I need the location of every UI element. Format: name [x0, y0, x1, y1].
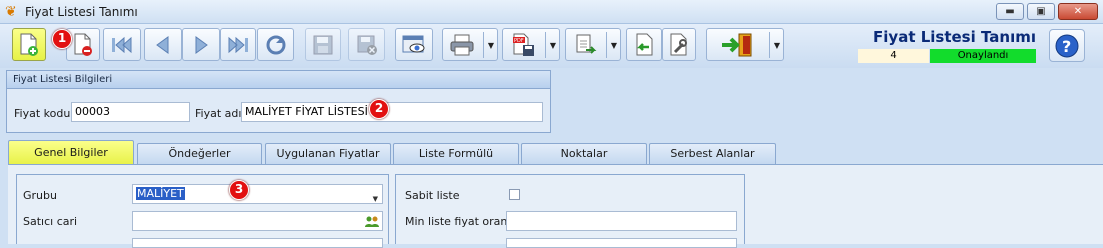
price-name-field[interactable]: MALİYET FİYAT LİSTESİ: [241, 102, 543, 122]
pdf-save-icon: PDF: [513, 33, 534, 56]
preview-icon: [402, 35, 425, 52]
transfer-separator: [606, 32, 607, 58]
butterfly-app-icon: ❦: [5, 4, 17, 20]
pdf-separator: [545, 32, 546, 58]
transfer-dropdown-icon[interactable]: ▼: [611, 41, 617, 50]
import-button[interactable]: [626, 28, 662, 61]
delete-document-icon: [74, 33, 92, 56]
save-button[interactable]: [305, 28, 341, 61]
min-ratio-label: Min liste fiyat oranı: [405, 215, 511, 228]
help-icon: ?: [1055, 34, 1079, 57]
annotation-badge-2: 2: [369, 99, 389, 119]
pdf-dropdown-icon[interactable]: ▼: [550, 41, 556, 50]
tab-general[interactable]: Genel Bilgiler: [8, 140, 134, 164]
window-title: Fiyat Listesi Tanımı: [25, 5, 138, 19]
close-button[interactable]: ✕: [1058, 3, 1098, 20]
print-dropdown-icon[interactable]: ▼: [488, 41, 494, 50]
import-icon: [636, 33, 653, 55]
svg-text:?: ?: [1062, 37, 1071, 56]
tab-applied-prices[interactable]: Uygulanan Fiyatlar: [265, 143, 391, 164]
cancel-save-icon: [357, 35, 377, 55]
new-button[interactable]: [12, 28, 46, 61]
next-right-field[interactable]: [506, 238, 737, 248]
last-record-icon: [228, 36, 248, 53]
status-badge: Onaylandı: [930, 49, 1036, 63]
group-label: Grubu: [23, 189, 57, 202]
fixed-list-checkbox[interactable]: [509, 189, 520, 200]
vendor-field[interactable]: [132, 211, 383, 231]
previous-record-icon: [156, 35, 169, 54]
next-record-icon: [195, 35, 208, 54]
save-icon: [313, 35, 333, 54]
min-ratio-field[interactable]: [506, 211, 737, 231]
next-record-button[interactable]: [182, 28, 220, 61]
record-number: 4: [858, 49, 929, 63]
exit-door-icon: [722, 33, 752, 56]
general-right-group: Sabit liste Min liste fiyat oranı: [395, 174, 745, 248]
group-combobox[interactable]: MALİYET ▼: [132, 184, 383, 204]
form-title: Fiyat Listesi Tanımı: [873, 28, 1036, 46]
panel-title: Fiyat Listesi Bilgileri: [7, 71, 550, 89]
general-left-group: Grubu MALİYET ▼ Satıcı cari: [16, 174, 389, 248]
tab-points[interactable]: Noktalar: [521, 143, 647, 164]
cancel-save-button[interactable]: [348, 28, 385, 61]
tab-defaults[interactable]: Öndeğerler: [137, 143, 262, 164]
tab-custom-fields[interactable]: Serbest Alanlar: [649, 143, 776, 164]
print-button[interactable]: ▼: [442, 28, 498, 61]
price-code-label: Fiyat kodu: [14, 107, 71, 120]
next-field[interactable]: [132, 238, 383, 248]
exit-dropdown-icon[interactable]: ▼: [774, 41, 780, 50]
chevron-down-icon[interactable]: ▼: [373, 190, 378, 208]
exit-separator: [769, 32, 770, 58]
price-name-label: Fiyat adı: [195, 107, 242, 120]
fixed-list-label: Sabit liste: [405, 189, 460, 202]
printer-icon: [450, 34, 474, 55]
transfer-icon: [576, 34, 597, 54]
price-code-field[interactable]: 00003: [71, 102, 190, 122]
price-list-info-panel: Fiyat Listesi Bilgileri Fiyat kodu 00003…: [6, 70, 551, 133]
refresh-icon: [266, 35, 285, 54]
svg-text:PDF: PDF: [514, 38, 524, 44]
pdf-export-button[interactable]: PDF ▼: [502, 28, 560, 61]
annotation-badge-3: 3: [229, 180, 249, 200]
tools-icon: [670, 33, 687, 55]
preview-button[interactable]: [395, 28, 433, 61]
tools-button[interactable]: [662, 28, 696, 61]
first-record-icon: [112, 36, 132, 53]
refresh-button[interactable]: [257, 28, 294, 61]
vendor-label: Satıcı cari: [23, 215, 78, 228]
annotation-badge-1: 1: [52, 29, 72, 49]
maximize-button[interactable]: ▣: [1027, 3, 1055, 20]
tab-list-formula[interactable]: Liste Formülü: [393, 143, 519, 164]
print-separator: [483, 32, 484, 58]
delete-button[interactable]: [66, 28, 100, 61]
new-document-icon: [20, 33, 38, 56]
customer-lookup-icon[interactable]: [365, 215, 379, 227]
exit-button[interactable]: ▼: [706, 28, 784, 61]
first-record-button[interactable]: [103, 28, 141, 61]
minimize-button[interactable]: ▬: [996, 3, 1024, 20]
transfer-button[interactable]: ▼: [565, 28, 621, 61]
title-bar: ❦ Fiyat Listesi Tanımı ▬ ▣ ✕: [0, 0, 1103, 24]
tab-strip: Genel Bilgiler Öndeğerler Uygulanan Fiya…: [8, 140, 1103, 164]
previous-record-button[interactable]: [144, 28, 182, 61]
help-button[interactable]: ?: [1049, 29, 1085, 62]
group-value: MALİYET: [136, 187, 185, 200]
last-record-button[interactable]: [220, 28, 256, 61]
